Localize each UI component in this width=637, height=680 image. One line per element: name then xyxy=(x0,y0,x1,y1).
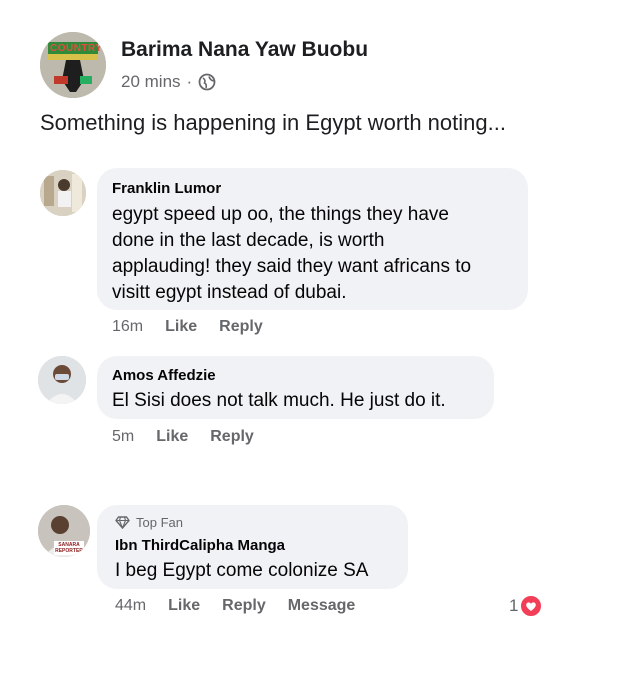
post-meta: 20 mins · xyxy=(121,72,216,92)
avatar-logo-text: COUNTRY xyxy=(50,43,103,54)
reply-button[interactable]: Reply xyxy=(210,428,254,446)
avatar-image xyxy=(38,356,86,404)
reply-button[interactable]: Reply xyxy=(222,597,266,615)
avatar-logo-text: SANARA REPORTER xyxy=(55,542,83,554)
comment-actions: 5m Like Reply xyxy=(112,428,276,446)
post-text: Something is happening in Egypt worth no… xyxy=(40,110,506,135)
comment-time[interactable]: 44m xyxy=(115,597,146,615)
comment-line: egypt speed up oo, the things they have xyxy=(112,204,449,225)
avatar-image xyxy=(40,32,106,98)
reply-button[interactable]: Reply xyxy=(219,318,263,336)
avatar-image xyxy=(40,170,86,216)
meta-separator: · xyxy=(186,72,193,91)
comment-author[interactable]: Ibn ThirdCalipha Manga xyxy=(115,537,285,554)
comment-line: applauding! they said they want africans… xyxy=(112,256,472,277)
comment-text: El Sisi does not talk much. He just do i… xyxy=(112,390,446,411)
top-fan-label: Top Fan xyxy=(136,515,183,530)
diamond-icon xyxy=(115,516,130,529)
comment-time[interactable]: 5m xyxy=(112,428,134,446)
post-author-name[interactable]: Barima Nana Yaw Buobu xyxy=(121,38,368,62)
reaction-count: 1 xyxy=(509,596,519,615)
commenter-avatar[interactable] xyxy=(38,356,86,404)
reaction-summary[interactable]: 1 xyxy=(509,595,543,617)
top-fan-badge: Top Fan xyxy=(115,515,183,530)
comment-actions: 44m Like Reply Message xyxy=(115,597,377,615)
like-button[interactable]: Like xyxy=(165,318,197,336)
globe-icon xyxy=(198,73,216,91)
comment-line: visitt egypt instead of dubai. xyxy=(112,282,347,303)
heart-icon xyxy=(520,595,543,617)
post-author-avatar[interactable]: COUNTRY xyxy=(40,32,106,98)
comment-author[interactable]: Franklin Lumor xyxy=(112,180,221,197)
like-button[interactable]: Like xyxy=(168,597,200,615)
comment-time[interactable]: 16m xyxy=(112,318,143,336)
commenter-avatar[interactable]: SANARA REPORTER xyxy=(38,505,90,557)
comment-line: done in the last decade, is worth xyxy=(112,230,385,251)
comment-text: egypt speed up oo, the things they have … xyxy=(112,202,471,306)
like-button[interactable]: Like xyxy=(156,428,188,446)
post-time[interactable]: 20 mins xyxy=(121,72,181,92)
message-button[interactable]: Message xyxy=(288,597,356,615)
comment-text: I beg Egypt come colonize SA xyxy=(115,560,369,581)
commenter-avatar[interactable] xyxy=(40,170,86,216)
comment-actions: 16m Like Reply xyxy=(112,318,285,336)
comment-author[interactable]: Amos Affedzie xyxy=(112,367,216,384)
